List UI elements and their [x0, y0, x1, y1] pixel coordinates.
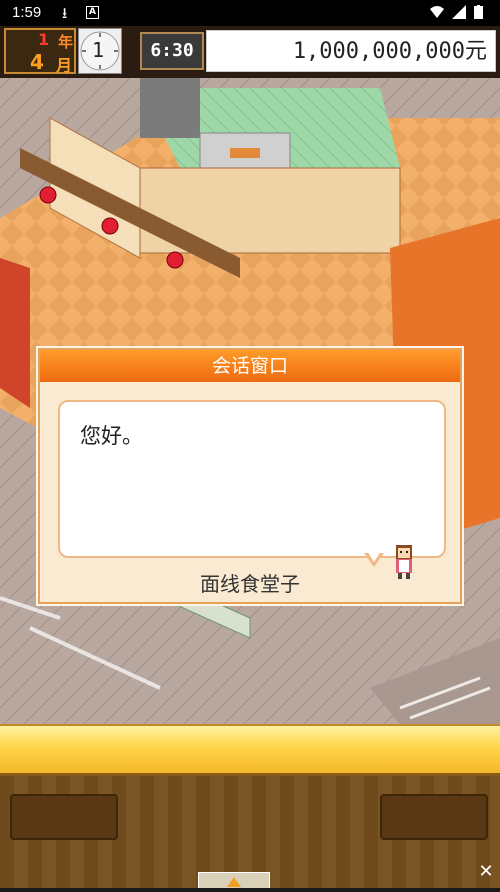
- status-time: 1:59: [12, 4, 42, 21]
- app-notification-icon: A: [86, 6, 99, 19]
- kitchen-shelf: [140, 78, 200, 138]
- left-menu-slot[interactable]: [10, 794, 118, 840]
- menu-expand-tab[interactable]: [198, 872, 270, 888]
- day-number: 1: [92, 38, 105, 62]
- money-display: 1,000,000,000元: [206, 30, 496, 72]
- game-scene[interactable]: 会话窗口 您好。 面线食堂子: [0, 78, 500, 724]
- bottom-panel: [0, 724, 500, 888]
- speech-tail-inner: [367, 551, 381, 562]
- close-button[interactable]: ✕: [476, 862, 496, 882]
- time-display: 6:30: [140, 32, 204, 70]
- info-bar[interactable]: [0, 724, 500, 776]
- year-unit: 年: [58, 33, 74, 51]
- waitress-avatar: [396, 542, 412, 579]
- calendar-clock: 1: [78, 28, 122, 74]
- signal-icon: [452, 5, 466, 19]
- month-unit: 月: [56, 56, 73, 75]
- status-bar: 1:59 ⭳ A: [0, 0, 500, 26]
- month-number: 4: [30, 50, 44, 74]
- battery-icon: [474, 5, 483, 19]
- arrow-up-icon: [227, 877, 241, 887]
- speech-bubble: 您好。: [58, 400, 446, 558]
- game-hud: 1 年 4 月 1 6:30 1,000,000,000元: [0, 26, 500, 78]
- date-display[interactable]: 1 年 4 月: [4, 28, 76, 75]
- dialog-title: 会话窗口: [40, 350, 460, 382]
- wifi-icon: [430, 6, 444, 18]
- year-number: 1: [38, 30, 50, 49]
- conversation-dialog[interactable]: 会话窗口 您好。 面线食堂子: [38, 348, 462, 604]
- dialog-message: 您好。: [80, 424, 143, 448]
- right-menu-slot[interactable]: [380, 794, 488, 840]
- download-icon: ⭳: [62, 4, 68, 22]
